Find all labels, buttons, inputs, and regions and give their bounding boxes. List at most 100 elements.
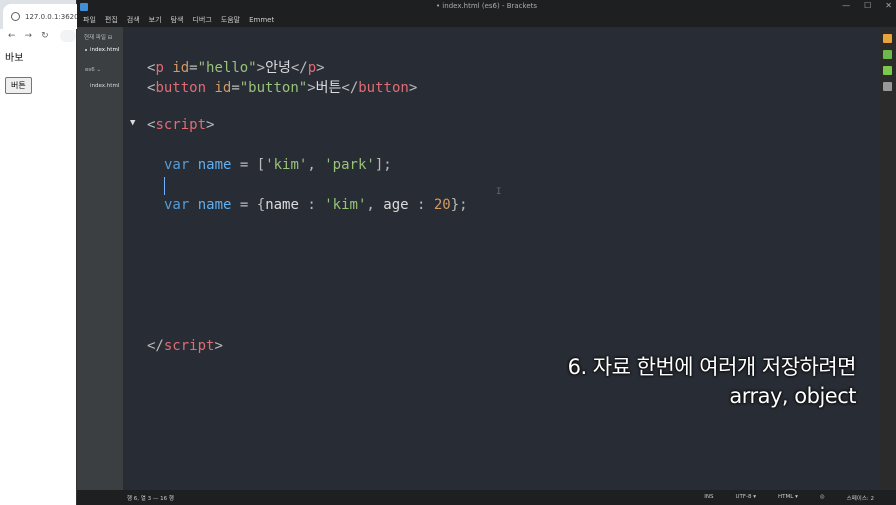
token: :	[417, 197, 426, 213]
encoding-select[interactable]: UTF-8 ▾	[735, 494, 756, 502]
token: id	[214, 80, 232, 96]
token: script	[155, 117, 207, 133]
statusbar: 행 6, 열 3 — 16 행 INS UTF-8 ▾ HTML ▾ ◎ 스페이…	[123, 490, 896, 505]
token: name	[197, 157, 232, 173]
token: };	[450, 197, 468, 213]
right-toolbar	[879, 27, 896, 490]
browser-navbar: ← → ↻	[0, 29, 76, 43]
forward-arrow-icon[interactable]: →	[25, 31, 33, 41]
token: "hello"	[197, 60, 257, 76]
linter-icon[interactable]: ◎	[820, 494, 825, 502]
cursor-position: 행 6, 열 3 — 16 행	[127, 495, 174, 502]
browser-tabbar: 127.0.0.1:3620/	[0, 0, 83, 29]
sidebar: 현재 파일 ⊟ index.html es6 ⌄ index.html	[77, 27, 123, 490]
browser-window: 127.0.0.1:3620/ ← → ↻ 바보 버튼	[0, 0, 83, 505]
working-file-item[interactable]: index.html	[77, 41, 123, 53]
token: </	[341, 80, 359, 96]
menu-navigate[interactable]: 탐색	[171, 15, 184, 25]
token: button	[358, 80, 409, 96]
token: =	[239, 157, 249, 173]
browser-tab[interactable]: 127.0.0.1:3620/	[3, 4, 83, 29]
page-button[interactable]: 버튼	[5, 77, 32, 94]
token: p	[307, 60, 317, 76]
close-button[interactable]: ✕	[885, 1, 892, 10]
token: name	[265, 197, 299, 213]
project-dropdown[interactable]: es6 ⌄	[77, 53, 123, 73]
token: {	[256, 197, 266, 213]
tab-url: 127.0.0.1:3620/	[25, 12, 81, 21]
token: >	[256, 60, 266, 76]
browser-page: 바보 버튼	[0, 43, 76, 100]
token: button	[155, 80, 207, 96]
code-line: <script>	[147, 117, 214, 133]
menu-edit[interactable]: 편집	[105, 15, 118, 25]
token: 'kim'	[265, 157, 308, 173]
token: =	[231, 80, 240, 96]
globe-icon	[11, 12, 20, 21]
token: p	[155, 60, 164, 76]
modified-dot-icon	[85, 49, 87, 51]
token: ];	[374, 157, 392, 173]
token: var	[164, 157, 190, 173]
working-file-label: index.html	[90, 47, 120, 53]
token: name	[197, 197, 232, 213]
reload-icon[interactable]: ↻	[41, 31, 49, 41]
insert-mode[interactable]: INS	[704, 494, 713, 502]
fold-arrow-icon[interactable]: ▼	[130, 118, 135, 128]
menu-debug[interactable]: 디버그	[192, 15, 211, 25]
code-line: </script>	[147, 338, 223, 354]
menu-find[interactable]: 검색	[127, 15, 140, 25]
maximize-button[interactable]: ☐	[864, 1, 871, 10]
text-cursor	[164, 177, 165, 195]
menu-help[interactable]: 도움말	[221, 15, 240, 25]
menu-emmet[interactable]: Emmet	[249, 16, 274, 24]
token: =	[239, 197, 249, 213]
extension-manager-icon[interactable]	[883, 50, 892, 59]
token: id	[172, 60, 190, 76]
token: >	[206, 117, 215, 133]
live-preview-icon[interactable]	[883, 34, 892, 43]
caption-line-1: 6. 자료 한번에 여러개 저장하려면	[567, 355, 857, 379]
token: 버튼	[315, 80, 342, 96]
code-line: var name = ['kim', 'park'];	[164, 157, 392, 173]
token: script	[163, 338, 215, 354]
token: [	[256, 157, 266, 173]
caption-line-2: array, object	[729, 384, 856, 408]
wrench-icon[interactable]	[883, 82, 892, 91]
token: 20	[433, 197, 451, 213]
token: var	[164, 197, 190, 213]
working-files-header[interactable]: 현재 파일 ⊟	[77, 27, 123, 41]
ibeam-cursor-icon: I	[496, 187, 502, 197]
token: 안녕	[265, 60, 291, 76]
token: ,	[307, 157, 316, 173]
extension-icon[interactable]	[883, 66, 892, 75]
minimize-button[interactable]: —	[842, 1, 850, 10]
token: >	[214, 338, 223, 354]
token: "button"	[239, 80, 308, 96]
code-line: <p id="hello">안녕</p>	[147, 57, 325, 77]
token: 'park'	[324, 157, 375, 173]
token: >	[307, 80, 316, 96]
language-select[interactable]: HTML ▾	[778, 494, 798, 502]
indent-setting[interactable]: 스페이스: 2	[847, 494, 874, 502]
token: 'kim'	[324, 197, 367, 213]
code-line: <button id="button">버튼</button>	[147, 77, 417, 97]
back-arrow-icon[interactable]: ←	[8, 31, 16, 41]
address-bar[interactable]	[59, 30, 76, 42]
code-editor[interactable]: <p id="hello">안녕</p> <button id="button"…	[123, 27, 879, 490]
code-line: var name = {name : 'kim', age : 20};	[164, 197, 468, 213]
token: :	[307, 197, 316, 213]
menu-view[interactable]: 보기	[149, 15, 162, 25]
project-file-item[interactable]: index.html	[77, 73, 123, 89]
token: </	[290, 60, 308, 76]
token: >	[316, 60, 325, 76]
page-paragraph: 바보	[5, 53, 24, 64]
menu-file[interactable]: 파일	[83, 15, 96, 25]
video-caption: 6. 자료 한번에 여러개 저장하려면 array, object	[567, 353, 857, 411]
token: age	[383, 197, 409, 213]
token: =	[189, 60, 198, 76]
token: >	[408, 80, 418, 96]
menubar: 파일 편집 검색 보기 탐색 디버그 도움말 Emmet	[77, 13, 896, 27]
brackets-window: • index.html (es6) - Brackets — ☐ ✕ 파일 편…	[77, 0, 896, 505]
token: </	[147, 338, 164, 354]
